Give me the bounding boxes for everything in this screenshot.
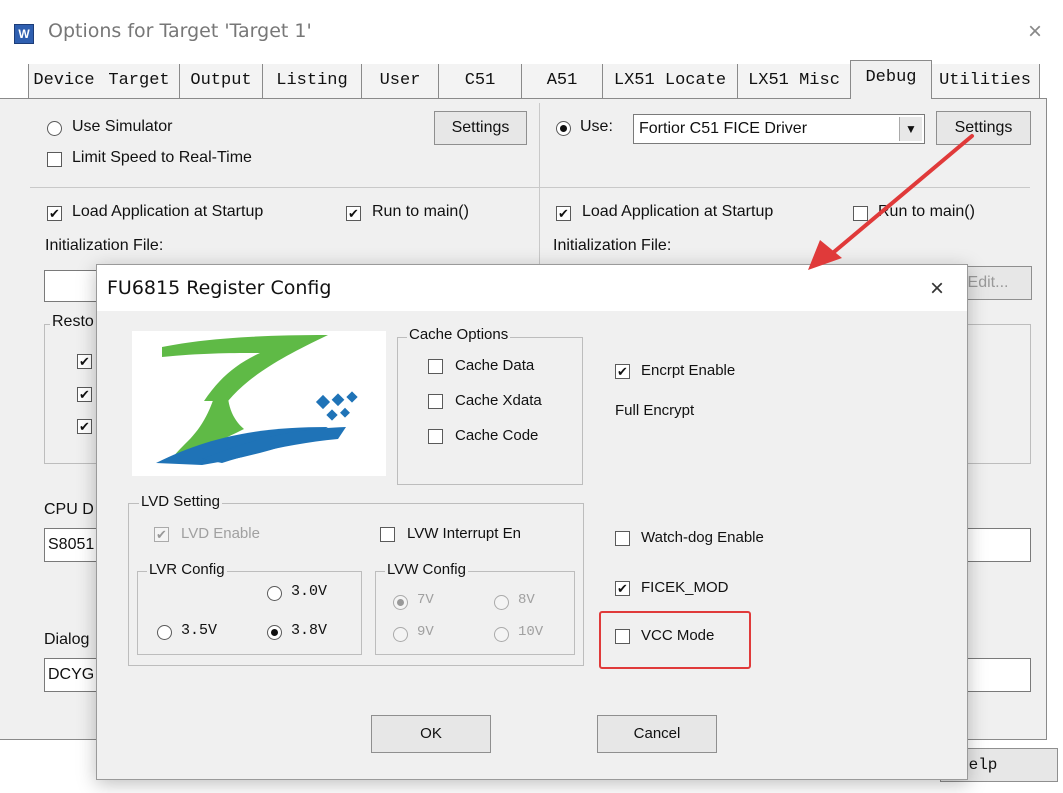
lvw-9v-radio[interactable] — [393, 627, 408, 642]
cache-data-label: Cache Data — [455, 357, 535, 374]
tab-listing[interactable]: Listing — [263, 64, 362, 98]
dialog-title: FU6815 Register Config — [107, 277, 332, 299]
register-config-dialog: FU6815 Register Config × Cache Options C… — [96, 264, 968, 780]
vcc-mode-label: VCC Mode — [641, 627, 715, 644]
cache-xdata-checkbox[interactable] — [428, 394, 443, 409]
lvw-10v-label: 10V — [518, 624, 544, 640]
tab-output[interactable]: Output — [180, 64, 263, 98]
lvr-config-title: LVR Config — [147, 561, 227, 578]
lvw-interrupt-label: LVW Interrupt En — [407, 525, 521, 542]
driver-select-value: Fortior C51 FICE Driver — [639, 120, 808, 137]
cache-data-checkbox[interactable] — [428, 359, 443, 374]
left-run-to-main-label: Run to main() — [372, 203, 469, 220]
tab-target[interactable]: Target — [99, 64, 180, 98]
restore-checkbox-2[interactable]: ✔ — [77, 387, 92, 402]
limit-speed-checkbox[interactable] — [47, 152, 62, 167]
cpu-dll-label: CPU D — [44, 501, 94, 518]
lvw-10v-radio[interactable] — [494, 627, 509, 642]
lvr-3-5v-label: 3.5V — [181, 622, 218, 639]
cache-xdata-label: Cache Xdata — [455, 392, 542, 409]
tab-utilities[interactable]: Utilities — [931, 64, 1040, 98]
cancel-button[interactable]: Cancel — [597, 715, 717, 753]
right-load-app-checkbox[interactable]: ✔ — [556, 206, 571, 221]
tab-a51[interactable]: A51 — [522, 64, 603, 98]
ficek-mod-label: FICEK_MOD — [641, 579, 729, 596]
watchdog-checkbox[interactable] — [615, 531, 630, 546]
tab-lx51-locate[interactable]: LX51 Locate — [603, 64, 738, 98]
lvr-3-0v-label: 3.0V — [291, 583, 328, 600]
cache-code-checkbox[interactable] — [428, 429, 443, 444]
full-encrypt-label: Full Encrypt — [615, 402, 695, 419]
left-load-app-label: Load Application at Startup — [72, 203, 264, 220]
restore-checkbox-3[interactable]: ✔ — [77, 419, 92, 434]
fortior-logo — [132, 331, 386, 476]
restore-checkbox-1[interactable]: ✔ — [77, 354, 92, 369]
lvw-9v-label: 9V — [417, 624, 434, 640]
encrypt-enable-checkbox[interactable]: ✔ — [615, 364, 630, 379]
lvw-8v-label: 8V — [518, 592, 535, 608]
lvd-enable-label: LVD Enable — [181, 525, 260, 542]
ficek-mod-checkbox[interactable]: ✔ — [615, 581, 630, 596]
dialog-dll-input[interactable]: DCYG — [44, 658, 104, 692]
left-restore-group — [44, 324, 104, 464]
tab-user[interactable]: User — [362, 64, 439, 98]
lvr-3-0v-radio[interactable] — [267, 586, 282, 601]
lvr-3-8v-label: 3.8V — [291, 622, 328, 639]
lvw-interrupt-checkbox[interactable] — [380, 527, 395, 542]
watchdog-label: Watch-dog Enable — [641, 529, 764, 546]
right-load-app-label: Load Application at Startup — [582, 203, 774, 220]
tab-lx51-misc[interactable]: LX51 Misc — [738, 64, 851, 98]
tab-c51[interactable]: C51 — [439, 64, 522, 98]
right-init-file-label: Initialization File: — [553, 237, 672, 254]
window-close-icon[interactable]: × — [1028, 18, 1042, 46]
lvd-setting-title: LVD Setting — [139, 493, 222, 510]
use-simulator-label: Use Simulator — [72, 118, 173, 135]
lvr-3-8v-radio[interactable] — [267, 625, 282, 640]
left-load-app-checkbox[interactable]: ✔ — [47, 206, 62, 221]
window-title: Options for Target 'Target 1' — [48, 20, 312, 42]
cache-code-label: Cache Code — [455, 427, 539, 444]
logo-icon — [156, 335, 358, 465]
ok-button[interactable]: OK — [371, 715, 491, 753]
use-simulator-radio[interactable] — [47, 121, 62, 136]
window-titlebar: W Options for Target 'Target 1' × — [0, 0, 1063, 62]
lvw-7v-radio[interactable] — [393, 595, 408, 610]
cache-options-title: Cache Options — [407, 326, 511, 343]
cpu-dll-input[interactable]: S8051 — [44, 528, 104, 562]
lvw-8v-radio[interactable] — [494, 595, 509, 610]
left-run-to-main-checkbox[interactable]: ✔ — [346, 206, 361, 221]
limit-speed-label: Limit Speed to Real-Time — [72, 149, 252, 166]
lvd-enable-checkbox[interactable]: ✔ — [154, 527, 169, 542]
use-driver-radio[interactable] — [556, 121, 571, 136]
lvr-config-group — [137, 571, 362, 655]
use-label: Use: — [580, 118, 613, 135]
left-init-file-input[interactable] — [44, 270, 104, 302]
tab-device[interactable]: Device — [28, 64, 100, 98]
annotation-arrow-icon — [808, 134, 974, 270]
tab-debug[interactable]: Debug — [850, 60, 932, 99]
lvw-config-title: LVW Config — [385, 561, 468, 578]
lvr-3-5v-radio[interactable] — [157, 625, 172, 640]
simulator-settings-button[interactable]: Settings — [434, 111, 527, 145]
vcc-mode-checkbox[interactable] — [615, 629, 630, 644]
dialog-dll-label: Dialog — [44, 631, 90, 648]
left-restore-title: Resto — [50, 313, 96, 331]
left-init-file-label: Initialization File: — [45, 237, 164, 254]
lvw-7v-label: 7V — [417, 592, 434, 608]
app-icon: W — [14, 24, 34, 44]
lvw-config-group — [375, 571, 575, 655]
encrypt-enable-label: Encrpt Enable — [641, 362, 736, 379]
